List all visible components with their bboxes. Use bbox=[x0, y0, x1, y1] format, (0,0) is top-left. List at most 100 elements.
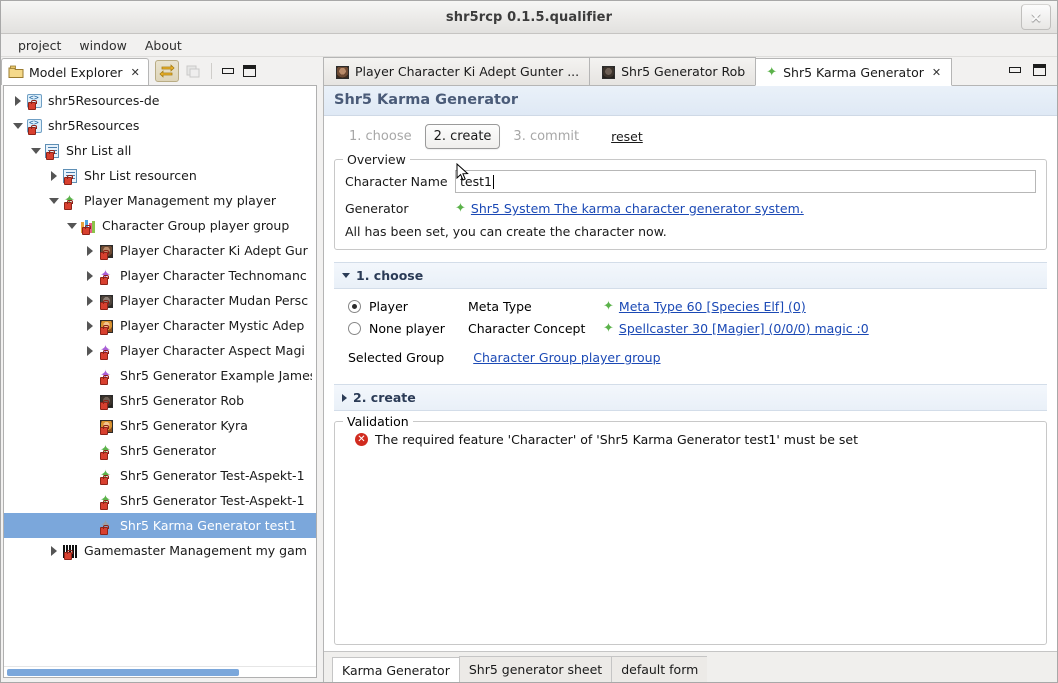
tree-item[interactable]: Shr List resourcen bbox=[4, 163, 316, 188]
radio-none-player[interactable] bbox=[348, 322, 361, 335]
menu-item-project[interactable]: project bbox=[9, 36, 70, 55]
minimize-icon[interactable] bbox=[1005, 60, 1025, 80]
tree-twisty[interactable] bbox=[46, 197, 62, 204]
tree-item[interactable]: ✦ Player Character Aspect Magi bbox=[4, 338, 316, 363]
tab-filler bbox=[707, 656, 1057, 682]
close-icon[interactable]: ✕ bbox=[932, 66, 941, 79]
tree-item[interactable]: Character Group player group bbox=[4, 213, 316, 238]
tree-item[interactable]: ✦ Shr5 Generator Test-Aspekt-1 bbox=[4, 463, 316, 488]
tree-item[interactable]: Gamemaster Management my gam bbox=[4, 538, 316, 563]
tree-item[interactable]: Shr5 Generator Rob bbox=[4, 388, 316, 413]
menu-item-window[interactable]: window bbox=[70, 36, 135, 55]
face4-icon bbox=[600, 64, 616, 79]
collapse-all-icon bbox=[181, 60, 205, 82]
maximize-icon[interactable] bbox=[240, 61, 260, 81]
tab-model-explorer[interactable]: Model Explorer ✕ bbox=[1, 58, 149, 85]
tree-item[interactable]: Player Character Ki Adept Gur bbox=[4, 238, 316, 263]
character-name-input[interactable]: test1 bbox=[455, 170, 1036, 193]
tree-item-label: Player Character Mudan Persc bbox=[120, 293, 309, 308]
editor-tab-label: Shr5 Generator Rob bbox=[621, 64, 746, 79]
tree-twisty[interactable] bbox=[82, 320, 98, 331]
selected-group-link[interactable]: Character Group player group bbox=[473, 350, 660, 365]
editor-tab[interactable]: Player Character Ki Adept Gunter ... bbox=[323, 57, 591, 85]
editor-tab[interactable]: ✦ Shr5 Karma Generator ✕ bbox=[755, 58, 953, 86]
step-toolbar: 1. choose 2. create 3. commit reset bbox=[332, 116, 1049, 155]
star-green-icon: ✦ bbox=[98, 443, 116, 460]
model-explorer-view: Model Explorer ✕ <> shr5Resources-de <> … bbox=[1, 57, 319, 682]
tree-item[interactable]: Player Character Mudan Persc bbox=[4, 288, 316, 313]
tree-twisty[interactable] bbox=[64, 222, 80, 229]
tree-twisty[interactable] bbox=[82, 270, 98, 281]
editor-tab-label: Shr5 Karma Generator bbox=[783, 64, 924, 80]
none-player-row: None player Character Concept ✦ Spellcas… bbox=[348, 321, 1039, 336]
star-green-icon: ✦ bbox=[62, 193, 80, 210]
face3-icon bbox=[98, 318, 116, 335]
star-green-icon: ✦ bbox=[766, 64, 778, 80]
link-with-editor-icon[interactable] bbox=[154, 59, 179, 82]
section-choose-header[interactable]: 1. choose bbox=[334, 262, 1047, 289]
close-icon[interactable]: ✕ bbox=[131, 66, 140, 79]
close-icon: × bbox=[1029, 7, 1043, 26]
tree-horizontal-scrollbar[interactable] bbox=[4, 666, 316, 677]
tree-item[interactable]: ✦ Shr5 Generator Test-Aspekt-1 bbox=[4, 488, 316, 513]
reset-button[interactable]: reset bbox=[602, 124, 652, 149]
editor-area-buttons bbox=[997, 57, 1057, 85]
section-choose-label: 1. choose bbox=[356, 268, 424, 283]
form-page-tab[interactable]: Karma Generator bbox=[332, 657, 460, 682]
tree-item[interactable]: Shr5 Generator Kyra bbox=[4, 413, 316, 438]
generator-link[interactable]: Shr5 System The karma character generato… bbox=[471, 201, 804, 216]
tree-item-label: Player Character Aspect Magi bbox=[120, 343, 305, 358]
editor-tab-row: Player Character Ki Adept Gunter ... Shr5… bbox=[323, 57, 1057, 86]
face4-icon bbox=[98, 393, 116, 410]
tree-twisty[interactable] bbox=[10, 122, 26, 129]
tree-item[interactable]: ✦ Shr5 Karma Generator test1 bbox=[4, 513, 316, 538]
overview-group: Overview Character Name test1 Generator … bbox=[334, 152, 1047, 250]
section-create-label: 2. create bbox=[353, 390, 416, 405]
section-create-header[interactable]: 2. create bbox=[334, 384, 1047, 411]
step-1-choose[interactable]: 1. choose bbox=[340, 124, 421, 149]
tree-item[interactable]: ✦ Player Character Technomanc bbox=[4, 263, 316, 288]
tree-twisty[interactable] bbox=[46, 545, 62, 556]
tree-item-label: Shr5 Generator Test-Aspekt-1 bbox=[120, 468, 305, 483]
group-icon bbox=[80, 218, 98, 235]
tree-item[interactable]: Player Character Mystic Adep bbox=[4, 313, 316, 338]
tree-twisty[interactable] bbox=[82, 245, 98, 256]
list-icon bbox=[62, 168, 80, 185]
tree-twisty[interactable] bbox=[82, 295, 98, 306]
form-page-tab[interactable]: Shr5 generator sheet bbox=[458, 656, 613, 682]
tree-item[interactable]: shr5Resources bbox=[4, 113, 316, 138]
scrollbar-thumb[interactable] bbox=[7, 669, 239, 676]
form-page-tab[interactable]: default form bbox=[611, 656, 709, 682]
tree-twisty[interactable] bbox=[46, 170, 62, 181]
chevron-down-icon bbox=[342, 273, 350, 278]
tree-twisty[interactable] bbox=[10, 95, 26, 106]
tree-item-label: Gamemaster Management my gam bbox=[84, 543, 307, 558]
tree-twisty[interactable] bbox=[82, 345, 98, 356]
step-2-create[interactable]: 2. create bbox=[424, 124, 501, 149]
tree-twisty[interactable] bbox=[28, 147, 44, 154]
editor-tab[interactable]: Shr5 Generator Rob bbox=[589, 57, 757, 85]
tree-item[interactable]: ✦ Shr5 Generator Example James bbox=[4, 363, 316, 388]
model-tree-container: shr5Resources-de shr5Resources Shr List al… bbox=[3, 85, 317, 678]
tree-item[interactable]: ✦ Shr5 Generator bbox=[4, 438, 316, 463]
minimize-icon[interactable] bbox=[218, 61, 238, 81]
menu-item-about[interactable]: About bbox=[136, 36, 191, 55]
editor-area: Player Character Ki Adept Gunter ... Shr5… bbox=[323, 57, 1057, 682]
gamemaster-icon bbox=[62, 543, 80, 560]
radio-player[interactable] bbox=[348, 300, 361, 313]
meta-type-link[interactable]: Meta Type 60 [Species Elf] (0) bbox=[619, 299, 806, 314]
model-tree[interactable]: shr5Resources-de shr5Resources Shr List al… bbox=[4, 86, 316, 666]
tree-item-label: shr5Resources-de bbox=[48, 93, 160, 108]
step-3-commit[interactable]: 3. commit bbox=[504, 124, 588, 149]
text-caret bbox=[492, 174, 494, 189]
page-title: Shr5 Karma Generator bbox=[324, 86, 1057, 116]
character-concept-link[interactable]: Spellcaster 30 [Magier] (0/0/0) magic :0 bbox=[619, 321, 869, 336]
selected-group-row: Selected Group Character Group player gr… bbox=[348, 350, 1039, 365]
tree-item[interactable]: Shr List all bbox=[4, 138, 316, 163]
error-icon: ✕ bbox=[355, 433, 368, 446]
tree-item[interactable]: ✦ Player Management my player bbox=[4, 188, 316, 213]
window-close-button[interactable]: × bbox=[1021, 4, 1051, 30]
generator-label: Generator bbox=[345, 201, 409, 216]
maximize-icon[interactable] bbox=[1029, 60, 1049, 80]
tree-item[interactable]: shr5Resources-de bbox=[4, 88, 316, 113]
